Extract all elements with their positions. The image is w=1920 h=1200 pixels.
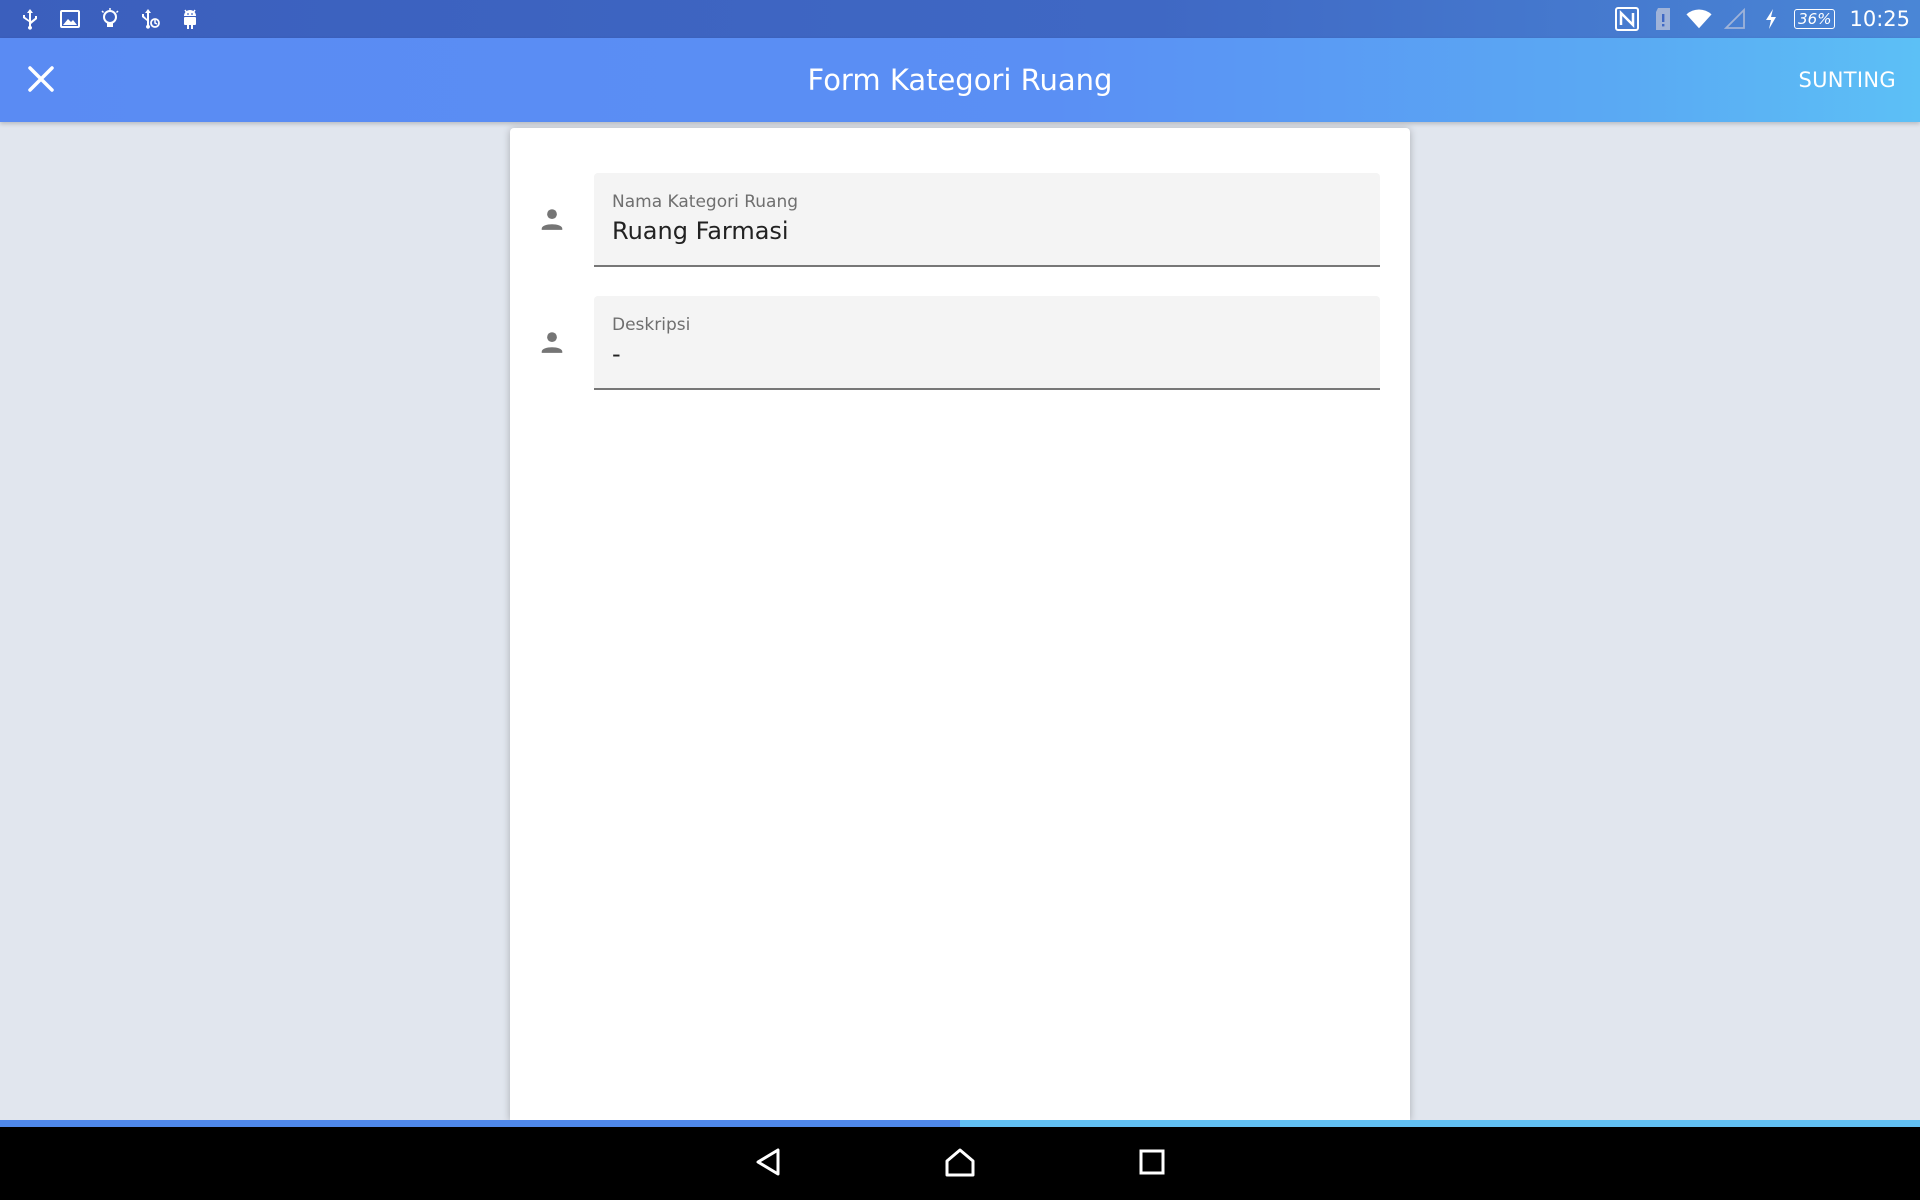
form-row-nama-kategori: Nama Kategori Ruang Ruang Farmasi [510,173,1410,267]
wifi-icon [1686,6,1712,32]
field-value: - [612,340,621,368]
home-icon [944,1147,976,1181]
cell-signal-icon [1722,6,1748,32]
home-button[interactable] [935,1139,985,1189]
sim-alert-icon [1650,6,1676,32]
field-value: Ruang Farmasi [612,217,789,245]
charging-icon [1758,6,1784,32]
nfc-icon [1614,6,1640,32]
recent-apps-button[interactable] [1127,1139,1177,1189]
progress-bar [0,1120,1920,1127]
field-label: Deskripsi [612,315,691,335]
form-row-deskripsi: Deskripsi - [510,296,1410,390]
back-icon [754,1147,784,1181]
lightbulb-icon [98,7,122,31]
field-label: Nama Kategori Ruang [612,192,799,212]
progress-fill [0,1120,960,1127]
person-icon [534,324,570,360]
form-card: Nama Kategori Ruang Ruang Farmasi Deskri… [510,128,1410,1120]
status-notification-icons [18,0,202,38]
navigation-bar [0,1127,1920,1200]
clock: 10:25 [1849,7,1910,31]
page-title: Form Kategori Ruang [807,63,1113,97]
deskripsi-field[interactable]: Deskripsi - [594,296,1380,390]
usb-debug-icon [138,7,162,31]
image-icon [58,7,82,31]
recent-apps-icon [1139,1149,1165,1179]
battery-level: 36% [1794,9,1836,29]
app-bar: Form Kategori Ruang SUNTING [0,38,1920,122]
android-icon [178,7,202,31]
usb-icon [18,7,42,31]
person-icon [534,201,570,237]
nama-kategori-field[interactable]: Nama Kategori Ruang Ruang Farmasi [594,173,1380,267]
status-system-icons: 36% 10:25 [1614,0,1910,38]
status-bar: 36% 10:25 [0,0,1920,38]
edit-button[interactable]: SUNTING [1798,38,1896,122]
back-button[interactable] [744,1139,794,1189]
